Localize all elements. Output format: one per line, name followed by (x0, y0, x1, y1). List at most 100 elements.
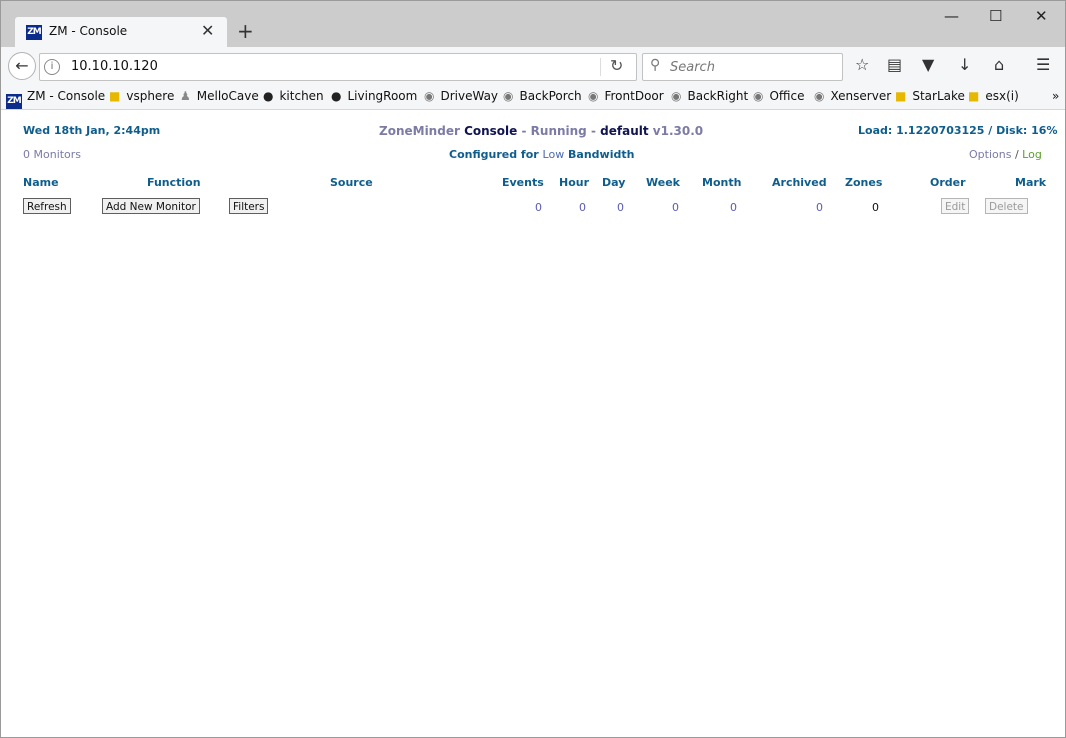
bookmark-label: MelloCave (196, 89, 259, 103)
maximize-icon[interactable]: ☐ (989, 7, 1002, 25)
column-header-day[interactable]: Day (602, 176, 625, 189)
column-header-function[interactable]: Function (147, 176, 201, 189)
total-archived[interactable]: 0 (816, 201, 823, 214)
home-icon[interactable]: ⌂ (994, 56, 1004, 74)
column-header-source[interactable]: Source (330, 176, 373, 189)
download-icon[interactable]: ↓ (958, 56, 971, 74)
zm-logo-icon: ZM (26, 25, 42, 40)
globe-icon: ◉ (814, 89, 825, 103)
zm-console-page: Wed 18th Jan, 2:44pm ZoneMinder Console … (1, 110, 1065, 737)
reading-list-icon[interactable]: ▤ (887, 56, 902, 74)
globe-icon: ◉ (588, 89, 599, 103)
tab-zm-console[interactable]: ZM ZM - Console ✕ (15, 17, 227, 47)
search-box[interactable]: ⚲ (642, 53, 843, 81)
run-state-name: default (600, 124, 649, 138)
bookmark-driveway[interactable]: ◉ DriveWay (424, 89, 498, 103)
bookmark-label: vsphere (126, 89, 175, 103)
bandwidth-link[interactable]: Low (543, 148, 565, 161)
edit-button[interactable]: Edit (941, 198, 970, 214)
bookmark-backright[interactable]: ◉ BackRight (671, 89, 748, 103)
total-hour[interactable]: 0 (579, 201, 586, 214)
back-button[interactable]: ← (8, 52, 36, 80)
bookmark-starlake[interactable]: ■ StarLake (895, 89, 965, 103)
minimize-icon[interactable]: — (944, 7, 959, 25)
run-state-link[interactable]: Running (531, 124, 587, 138)
column-header-name[interactable]: Name (23, 176, 59, 189)
column-header-events[interactable]: Events (502, 176, 544, 189)
tab-title: ZM - Console (49, 24, 128, 38)
bookmark-kitchen[interactable]: ● kitchen (263, 89, 324, 103)
url-text: 10.10.10.120 (71, 59, 158, 74)
new-tab-button[interactable]: + (237, 20, 254, 42)
bookmark-label: FrontDoor (604, 89, 664, 103)
bandwidth-status: Configured for Low Bandwidth (449, 148, 634, 161)
bookmark-zm-console[interactable]: ZM ZM - Console (6, 89, 105, 109)
bookmark-label: StarLake (912, 89, 965, 103)
person-icon: ♟ (180, 89, 191, 103)
filters-button[interactable]: Filters (229, 198, 269, 214)
info-icon[interactable]: i (44, 59, 60, 75)
app-name: ZoneMinder (379, 124, 460, 138)
total-events[interactable]: 0 (535, 201, 542, 214)
bookmark-label: kitchen (279, 89, 324, 103)
bookmark-label: Xenserver (830, 89, 892, 103)
log-link[interactable]: Log (1022, 148, 1042, 161)
bookmark-label: BackRight (687, 89, 749, 103)
load-disk-status: Load: 1.1220703125 / Disk: 16% (858, 124, 1058, 137)
total-week[interactable]: 0 (672, 201, 679, 214)
camera-icon: ● (331, 89, 342, 103)
bandwidth-prefix: Configured for (449, 148, 539, 161)
reload-icon[interactable]: ↻ (610, 56, 623, 75)
total-day[interactable]: 0 (617, 201, 624, 214)
bookmark-livingroom[interactable]: ● LivingRoom (331, 89, 417, 103)
page-title: ZoneMinder Console - Running - default v… (379, 124, 703, 138)
console-label: Console (464, 124, 518, 138)
total-zones: 0 (872, 201, 879, 214)
column-header-mark[interactable]: Mark (1015, 176, 1046, 189)
bookmark-label: LivingRoom (347, 89, 418, 103)
close-tab-icon[interactable]: ✕ (201, 22, 214, 40)
pocket-icon[interactable]: ▼ (922, 56, 934, 74)
search-input[interactable] (668, 57, 837, 77)
delete-button[interactable]: Delete (985, 198, 1028, 214)
bookmark-vsphere[interactable]: ■ vsphere (109, 89, 174, 103)
bookmark-esxi[interactable]: ■ esx(i) (968, 89, 1019, 103)
column-header-month[interactable]: Month (702, 176, 741, 189)
bookmarks-bar: ZM ZM - Console ■ vsphere ♟ MelloCave ● kitc… (1, 86, 1065, 110)
column-header-zones[interactable]: Zones (845, 176, 882, 189)
current-datetime: Wed 18th Jan, 2:44pm (23, 124, 161, 137)
total-month[interactable]: 0 (730, 201, 737, 214)
bookmark-office[interactable]: ◉ Office (753, 89, 805, 103)
menu-icon[interactable]: ☰ (1036, 56, 1050, 74)
title-separator: - (521, 124, 527, 138)
tab-strip: ZM ZM - Console ✕ + — ☐ ✕ (1, 1, 1065, 47)
bookmark-star-icon[interactable]: ☆ (855, 56, 869, 74)
add-new-monitor-button[interactable]: Add New Monitor (102, 198, 200, 214)
folder-icon: ■ (895, 89, 907, 103)
bookmark-label: ZM - Console (27, 89, 106, 103)
bookmark-backporch[interactable]: ◉ BackPorch (503, 89, 582, 103)
bookmarks-overflow-icon[interactable]: » (1052, 89, 1059, 103)
zm-logo-icon: ZM (6, 94, 22, 109)
url-bar[interactable]: i 10.10.10.120 ↻ (39, 53, 637, 81)
options-log-links: Options / Log (969, 148, 1042, 161)
column-header-hour[interactable]: Hour (559, 176, 589, 189)
bookmark-label: DriveWay (440, 89, 499, 103)
bookmark-label: esx(i) (985, 89, 1019, 103)
column-header-order[interactable]: Order (930, 176, 966, 189)
version-label: v1.30.0 (652, 124, 704, 138)
globe-icon: ◉ (424, 89, 435, 103)
column-header-archived[interactable]: Archived (772, 176, 827, 189)
globe-icon: ◉ (503, 89, 514, 103)
refresh-button[interactable]: Refresh (23, 198, 71, 214)
folder-icon: ■ (109, 89, 121, 103)
column-header-week[interactable]: Week (646, 176, 680, 189)
bookmark-xenserver[interactable]: ◉ Xenserver (814, 89, 891, 103)
bandwidth-suffix: Bandwidth (568, 148, 635, 161)
folder-icon: ■ (968, 89, 980, 103)
bookmark-mellocave[interactable]: ♟ MelloCave (180, 89, 259, 103)
bookmark-frontdoor[interactable]: ◉ FrontDoor (588, 89, 664, 103)
close-window-icon[interactable]: ✕ (1035, 7, 1048, 25)
globe-icon: ◉ (753, 89, 764, 103)
options-link[interactable]: Options (969, 148, 1011, 161)
